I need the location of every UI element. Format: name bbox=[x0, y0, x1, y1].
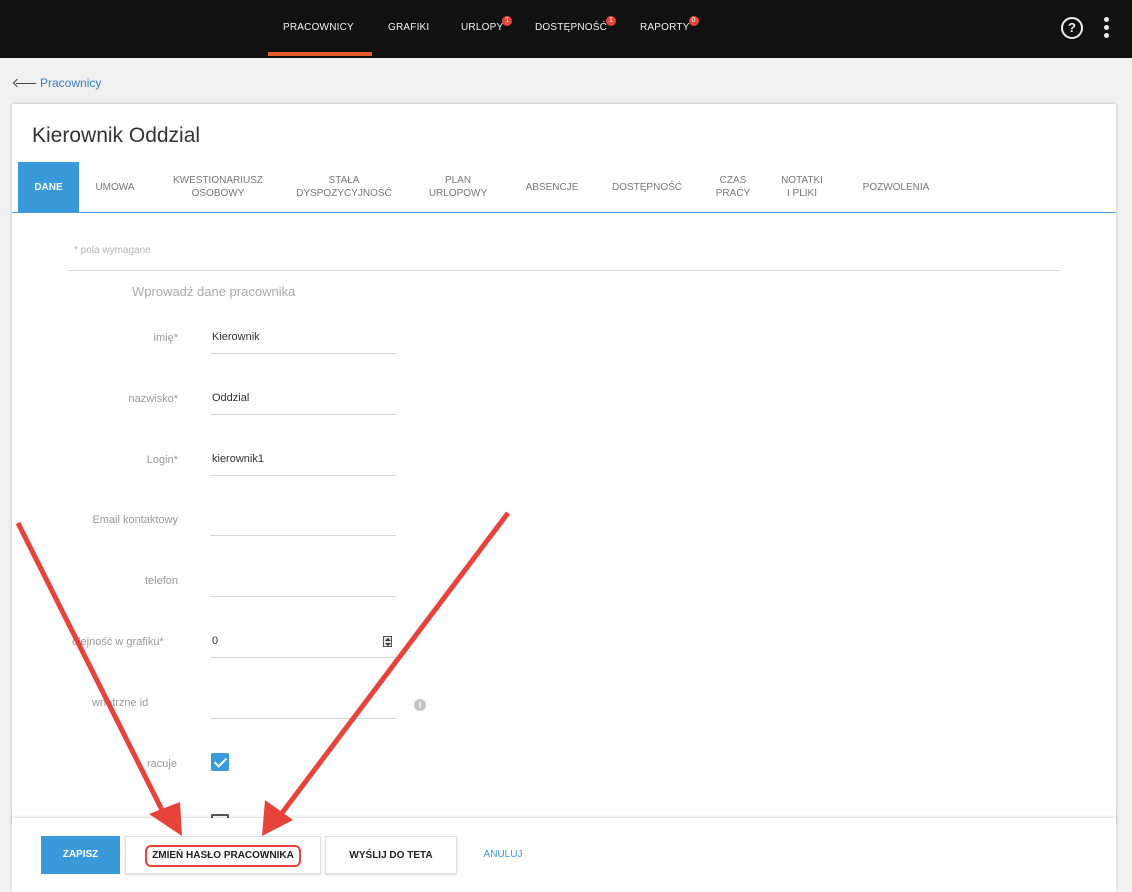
nav-item-raporty[interactable]: RAPORTY 0 bbox=[640, 16, 699, 33]
phone-input[interactable] bbox=[210, 565, 396, 597]
tab-pozwolenia[interactable]: POZWOLENIA bbox=[846, 162, 946, 212]
breadcrumb[interactable]: Pracownicy bbox=[12, 75, 101, 91]
change-password-button[interactable]: ZMIEŃ HASŁO PRACOWNIKA bbox=[125, 836, 321, 874]
nav-item-dostepnosc[interactable]: DOSTĘPNOŚĆ 1 bbox=[535, 16, 617, 33]
breadcrumb-link-pracownicy[interactable]: Pracownicy bbox=[40, 76, 101, 90]
arrow-left-icon[interactable] bbox=[12, 77, 36, 89]
schedule-order-input[interactable]: 0 bbox=[210, 626, 396, 658]
section-heading: Wprowadź dane pracownika bbox=[132, 284, 296, 299]
active-nav-indicator bbox=[268, 52, 372, 56]
works-checkbox[interactable] bbox=[211, 753, 229, 771]
tab-umowa[interactable]: UMOWA bbox=[84, 162, 146, 212]
notification-badge: 0 bbox=[688, 16, 699, 26]
field-label-pracuje: racuje bbox=[147, 758, 177, 770]
login-input[interactable]: kierownik1 bbox=[210, 444, 396, 476]
stepper-icon[interactable] bbox=[383, 636, 392, 647]
field-label-email: Email kontaktowy bbox=[92, 514, 178, 526]
tab-dane[interactable]: DANE bbox=[18, 162, 79, 212]
notification-badge: 1 bbox=[502, 16, 513, 26]
employee-card: Kierownik Oddzial DANE UMOWA KWESTIONARI… bbox=[12, 104, 1116, 824]
tab-czas-pracy[interactable]: CZAS PRACY bbox=[706, 162, 760, 212]
field-label-login: Login* bbox=[146, 454, 178, 466]
help-icon[interactable]: ? bbox=[1061, 17, 1083, 39]
required-fields-note: * pola wymagane bbox=[74, 245, 151, 256]
tab-plan-urlopowy[interactable]: PLAN URLOPOWY bbox=[418, 162, 498, 212]
send-to-teta-button[interactable]: WYŚLIJ DO TETA bbox=[325, 836, 457, 874]
tab-notatki-i-pliki[interactable]: NOTATKI I PLIKI bbox=[768, 162, 836, 212]
internal-id-input[interactable] bbox=[210, 687, 396, 719]
field-label-imie: imię* bbox=[153, 332, 178, 344]
first-name-input[interactable]: Kierownik bbox=[210, 322, 396, 354]
nav-item-pracownicy[interactable]: PRACOWNICY bbox=[283, 22, 354, 33]
last-name-input[interactable]: Oddzial bbox=[210, 383, 396, 415]
notification-badge: 1 bbox=[606, 16, 617, 26]
tab-kwestionariusz-osobowy[interactable]: KWESTIONARIUSZ OSOBOWY bbox=[162, 162, 274, 212]
nav-item-grafiki[interactable]: GRAFIKI bbox=[388, 22, 429, 33]
tab-stala-dyspozycyjnosc[interactable]: STAŁA DYSPOZYCYJNOŚĆ bbox=[284, 162, 404, 212]
info-icon[interactable]: i bbox=[414, 699, 426, 711]
schedule-order-value: 0 bbox=[212, 635, 219, 647]
page-title: Kierownik Oddzial bbox=[32, 124, 201, 147]
more-options-icon[interactable] bbox=[1098, 14, 1114, 42]
section-divider bbox=[68, 270, 1060, 271]
change-password-label: ZMIEŃ HASŁO PRACOWNIKA bbox=[145, 845, 301, 867]
field-label-telefon: telefon bbox=[144, 575, 178, 587]
email-input[interactable] bbox=[210, 504, 396, 536]
save-button[interactable]: ZAPISZ bbox=[41, 836, 120, 874]
field-label-kolejnosc: olejność w grafiku* bbox=[72, 636, 164, 648]
tab-bar: DANE UMOWA KWESTIONARIUSZ OSOBOWY STAŁA … bbox=[12, 162, 1116, 213]
tab-dostepnosc[interactable]: DOSTĘPNOŚĆ bbox=[602, 162, 692, 212]
top-navigation-bar: PRACOWNICY GRAFIKI URLOPY 1 DOSTĘPNOŚĆ 1 R… bbox=[0, 0, 1132, 58]
cancel-button[interactable]: ANULUJ bbox=[466, 836, 540, 874]
tab-absencje[interactable]: ABSENCJE bbox=[515, 162, 589, 212]
nav-item-urlopy[interactable]: URLOPY 1 bbox=[461, 16, 513, 33]
field-label-nazwisko: nazwisko* bbox=[128, 393, 178, 405]
